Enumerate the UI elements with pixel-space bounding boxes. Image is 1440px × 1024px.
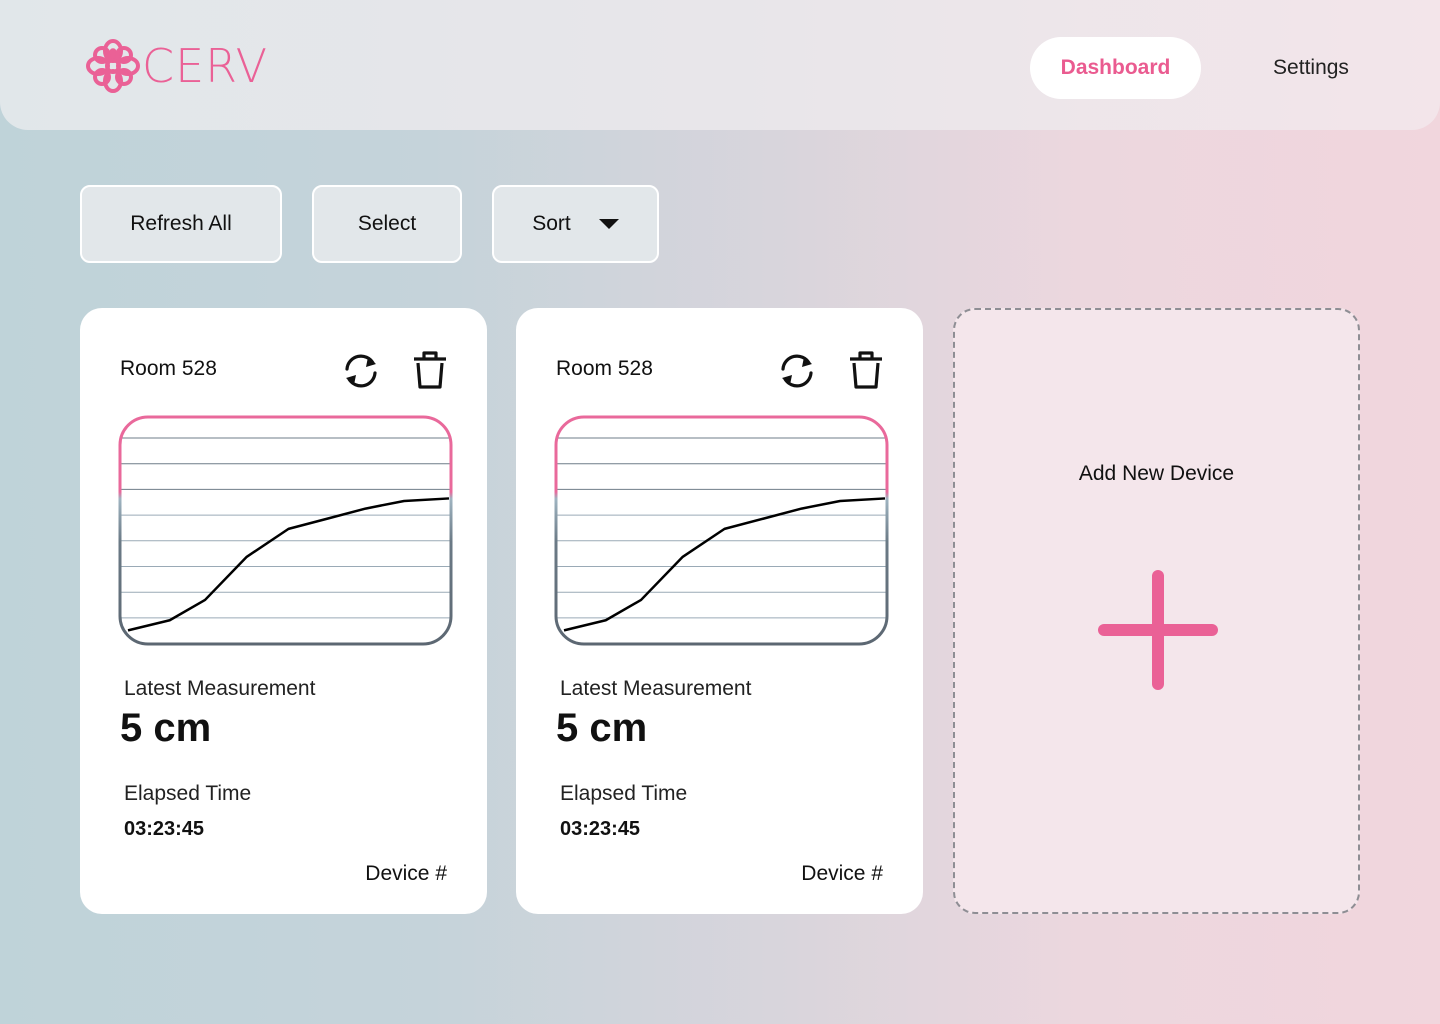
device-number: Device #: [365, 862, 447, 885]
sort-button[interactable]: Sort: [492, 185, 659, 263]
room-label: Room 528: [556, 357, 653, 380]
refresh-all-button[interactable]: Refresh All: [80, 185, 282, 263]
sort-label: Sort: [532, 212, 571, 235]
elapsed-time-value: 03:23:45: [124, 818, 205, 840]
brand-name: CERV: [142, 39, 269, 93]
refresh-icon[interactable]: [778, 352, 816, 390]
plus-icon[interactable]: [1098, 570, 1218, 690]
top-bar: CERV Dashboard Settings: [0, 0, 1440, 130]
elapsed-time-label: Elapsed Time: [560, 782, 688, 805]
flower-icon: [86, 39, 140, 93]
refresh-icon[interactable]: [342, 352, 380, 390]
select-button[interactable]: Select: [312, 185, 462, 263]
elapsed-time-label: Elapsed Time: [124, 782, 252, 805]
add-device-card[interactable]: Add New Device: [953, 308, 1360, 914]
room-label: Room 528: [120, 357, 217, 380]
series-line: [127, 497, 450, 632]
nav-dashboard[interactable]: Dashboard: [1030, 37, 1201, 99]
latest-measurement-value: 5 cm: [120, 706, 212, 750]
device-number: Device #: [801, 862, 883, 885]
latest-measurement-value: 5 cm: [556, 706, 648, 750]
latest-measurement-label: Latest Measurement: [560, 677, 752, 700]
add-device-label: Add New Device: [1078, 462, 1235, 485]
trash-icon[interactable]: [848, 350, 884, 390]
nav-settings[interactable]: Settings: [1240, 37, 1382, 99]
brand-logo[interactable]: CERV: [86, 38, 268, 94]
device-card[interactable]: Room 528 Latest Measurement 5 cm Elapsed…: [516, 308, 923, 914]
latest-measurement-label: Latest Measurement: [124, 677, 316, 700]
measurement-chart: [554, 415, 889, 646]
device-card[interactable]: Room 528 Latest Measurement 5 cm Elapsed…: [80, 308, 487, 914]
measurement-chart: [118, 415, 453, 646]
elapsed-time-value: 03:23:45: [560, 818, 641, 840]
trash-icon[interactable]: [412, 350, 448, 390]
caret-down-icon: [598, 219, 619, 229]
series-line: [563, 497, 886, 632]
